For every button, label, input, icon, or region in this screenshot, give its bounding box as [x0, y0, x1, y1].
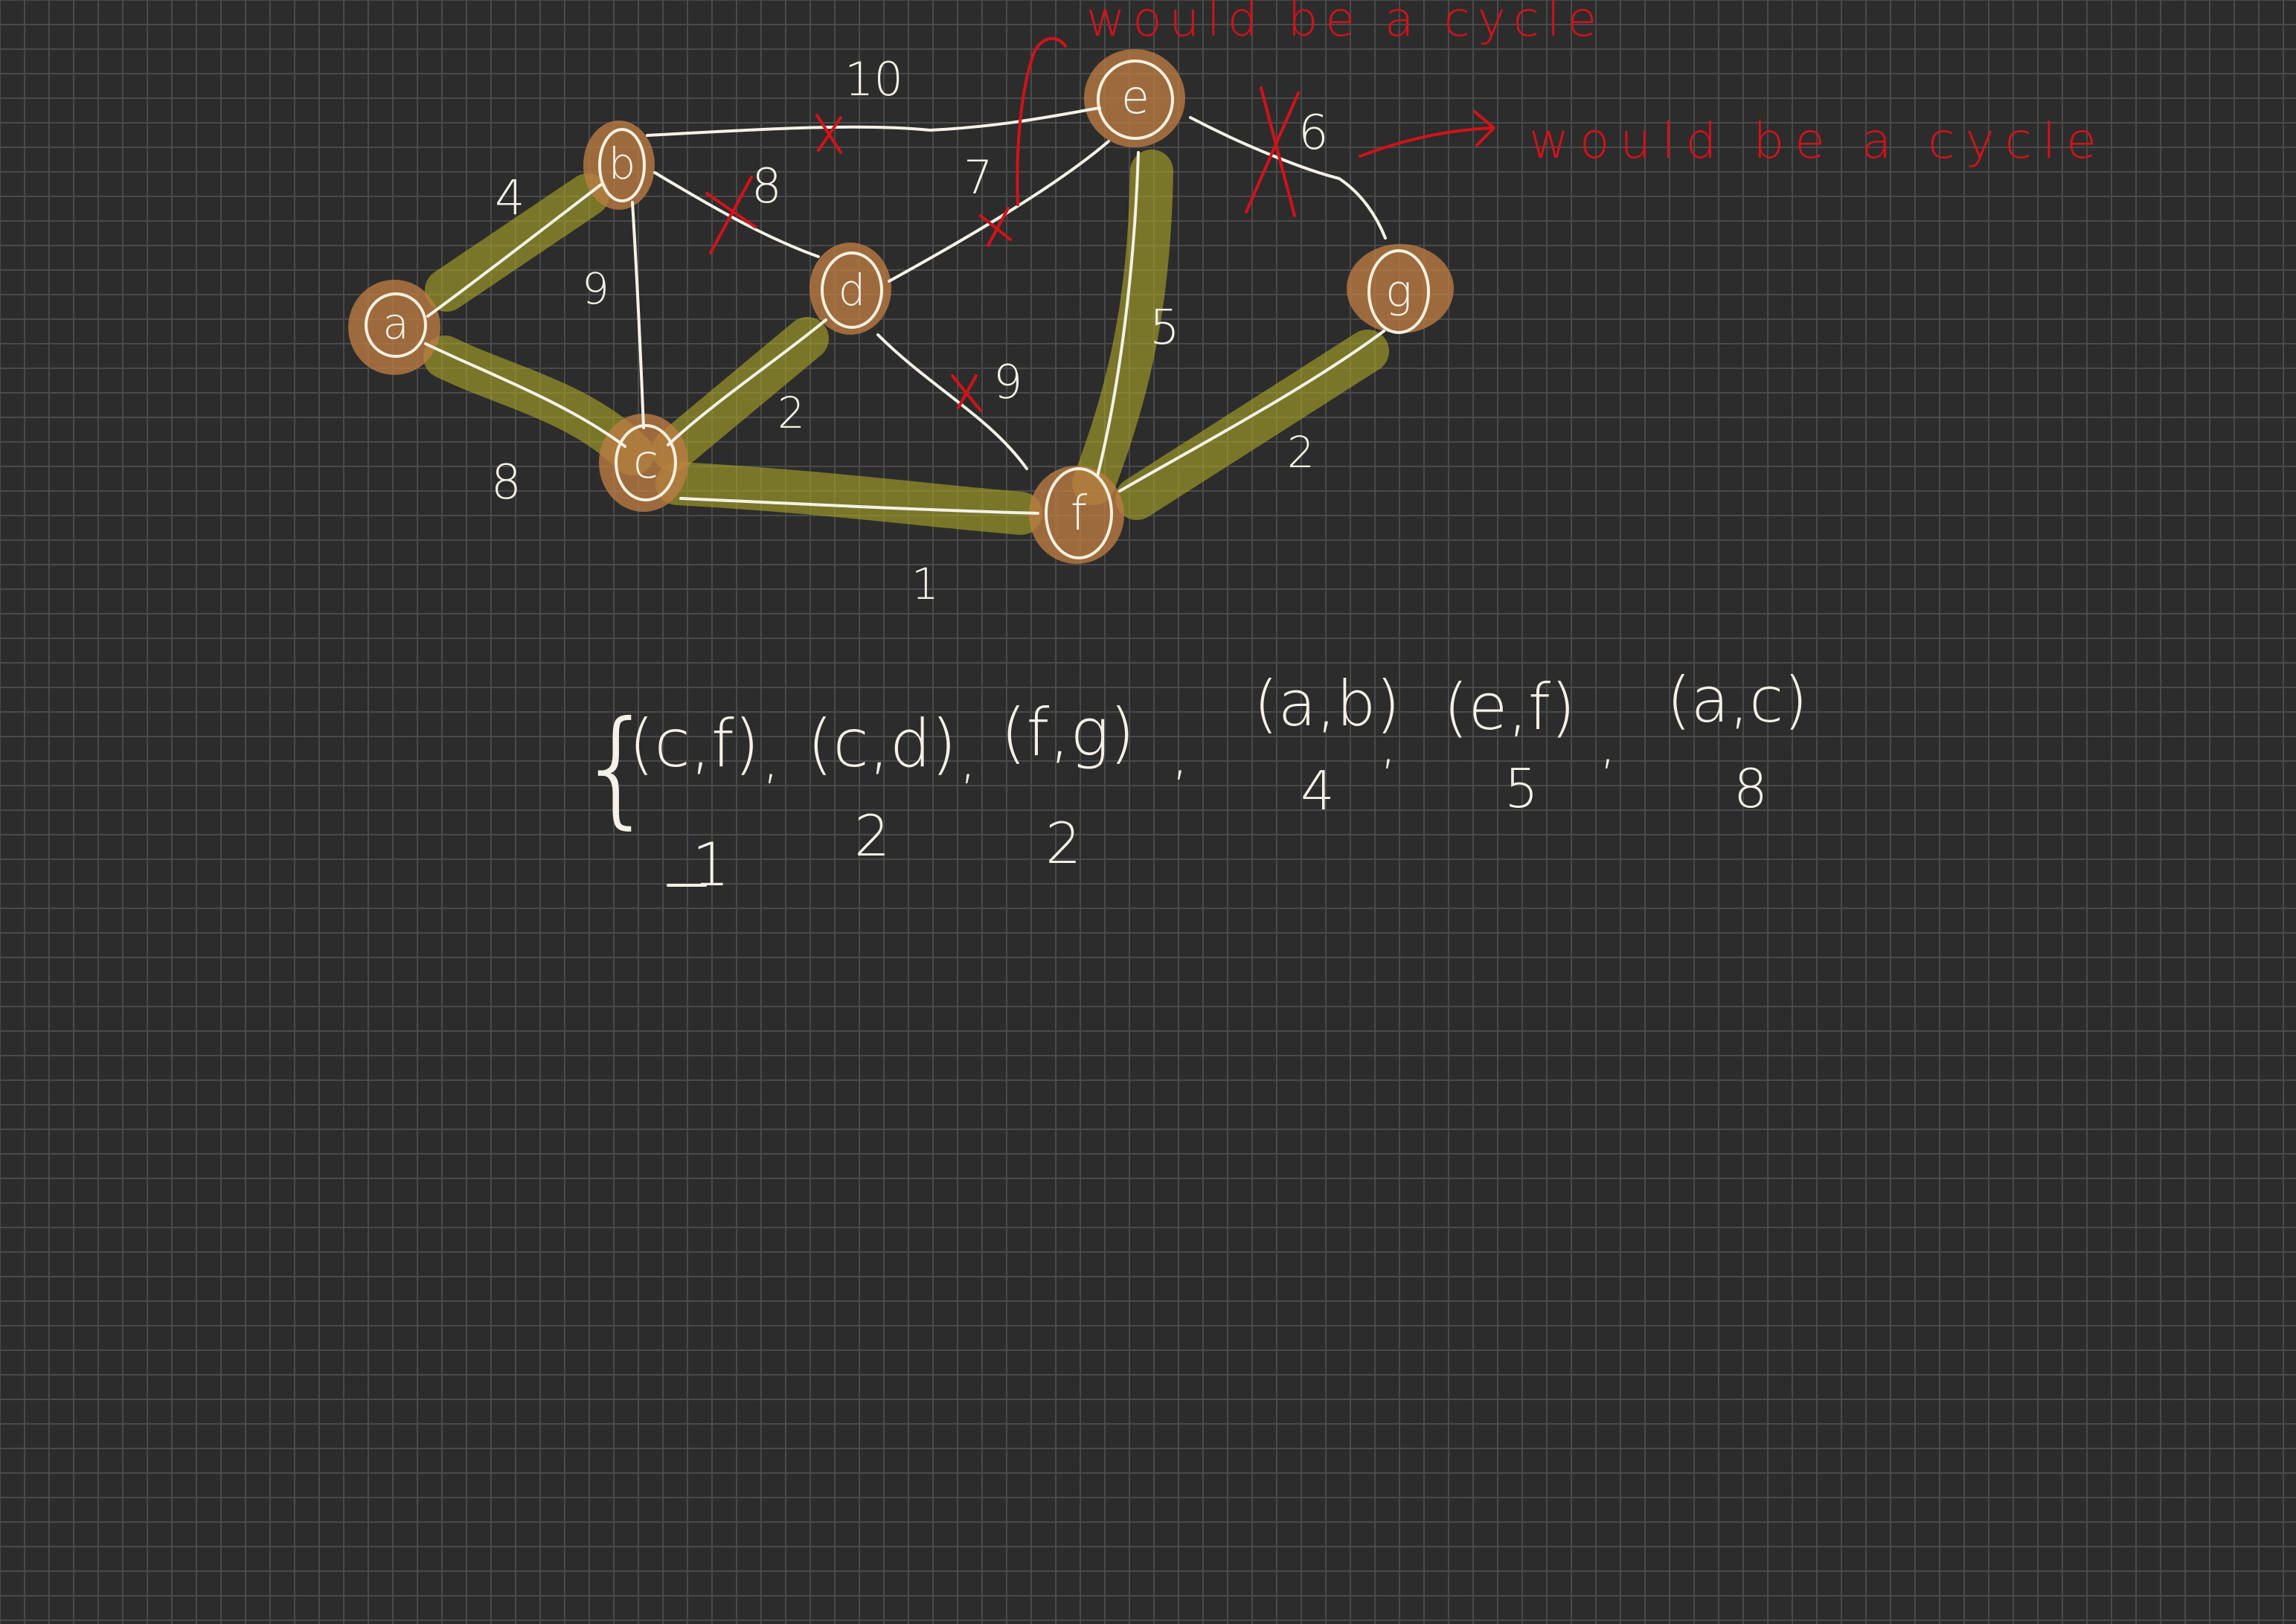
edge-list-pair-2: (c,d) [807, 705, 957, 782]
node-e-label: e [1121, 70, 1149, 124]
edge-list-sep-5: , [1600, 714, 1616, 775]
edge-list-sep-3: , [1172, 725, 1188, 786]
highlight-edge-f-g [1115, 330, 1389, 520]
weight-d-f: 9 [993, 355, 1022, 409]
edge-list-pair-3: (f,g) [1001, 694, 1135, 771]
cross-out-e-g [1245, 86, 1300, 217]
node-f-label: f [1071, 487, 1088, 542]
edge-list-sep-1: , [763, 729, 779, 790]
weight-b-c: 9 [582, 263, 609, 314]
edge-b-c [631, 201, 645, 429]
node-c-label: c [633, 434, 658, 489]
weight-b-e: 10 [844, 52, 903, 106]
weight-a-c: 8 [491, 455, 522, 510]
weight-f-g: 2 [1287, 427, 1315, 478]
weight-e-f: 5 [1149, 301, 1180, 356]
cycle-note-right-text: would be a cycle [1529, 112, 2107, 170]
edge-d-e [888, 140, 1110, 283]
weight-c-d: 2 [777, 388, 805, 438]
edge-list-weight-4: 4 [1301, 760, 1335, 822]
edge-list-weight-6: 8 [1734, 757, 1768, 820]
mst-highlight-layer [423, 150, 1389, 535]
cross-out-d-f [951, 374, 982, 412]
edge-list-pair-1: (c,f) [629, 705, 760, 782]
node-a-label: a [382, 298, 409, 349]
edge-b-e [646, 106, 1101, 137]
weight-b-d: 8 [751, 159, 782, 214]
cycle-arrow-right [1359, 126, 1493, 158]
weight-d-e: 7 [963, 150, 993, 205]
weight-e-g: 6 [1298, 106, 1329, 161]
edge-list-pair-4: (a,b) [1254, 667, 1400, 740]
whiteboard-canvas: a b c d e f g 4 8 9 10 8 2 1 7 9 5 6 2 w… [0, 0, 2296, 1624]
graph-diagram: a b c d e f g 4 8 9 10 8 2 1 7 9 5 6 2 w… [348, 0, 2107, 899]
highlight-edge-a-c [423, 336, 654, 475]
sorted-edge-list: { (c,f) 1 , (c,d) 2 , (f,g) 2 , (a,b) 4 … [577, 664, 1808, 899]
highlight-edge-c-f [655, 462, 1042, 535]
cycle-note-right: would be a cycle [1359, 110, 2107, 170]
weight-a-b: 4 [495, 171, 525, 226]
cross-out-b-e [815, 114, 842, 154]
edge-list-pair-5: (e,f) [1443, 670, 1576, 745]
node-b-label: b [609, 138, 636, 189]
edge-list-weight-1: 1 [692, 830, 730, 899]
edge-list-weight-3: 2 [1045, 810, 1081, 876]
cycle-note-top-text: would be a cycle [1086, 0, 1604, 48]
node-g-label: g [1385, 266, 1412, 318]
edge-list-pair-6: (a,c) [1667, 664, 1808, 736]
edge-list-sep-4: , [1380, 714, 1396, 775]
edge-list-weight-2: 2 [854, 803, 890, 869]
edge-list-sep-2: , [960, 729, 976, 790]
cross-out-b-d [705, 176, 757, 254]
edge-e-g [1189, 116, 1387, 240]
node-d-label: d [838, 265, 866, 315]
edge-list-weight-5: 5 [1504, 757, 1539, 820]
weight-c-f: 1 [911, 559, 939, 609]
highlight-edge-e-f [1072, 150, 1173, 505]
